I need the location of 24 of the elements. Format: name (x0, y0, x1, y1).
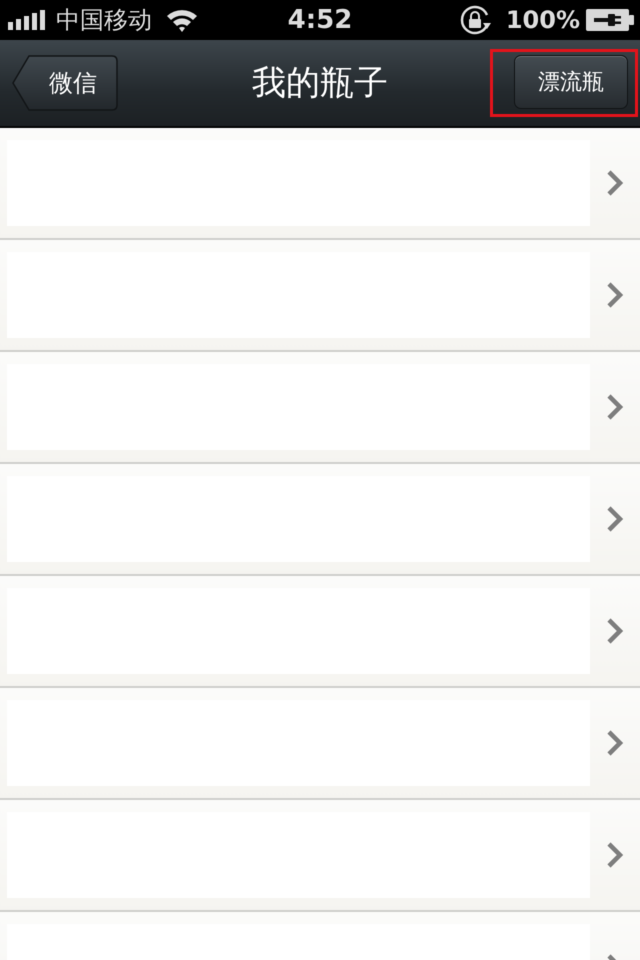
chevron-right-icon (606, 618, 624, 644)
chevron-right-icon (606, 170, 624, 196)
chevron-right-icon (606, 842, 624, 868)
drift-bottle-button[interactable]: 漂流瓶 (514, 55, 628, 109)
wifi-icon (166, 8, 198, 32)
signal-bars-icon (8, 10, 46, 30)
list-row[interactable] (0, 352, 640, 464)
list-row[interactable] (0, 464, 640, 576)
battery-charging-icon (586, 9, 634, 31)
back-button[interactable]: 微信 (12, 55, 118, 111)
chevron-right-icon (606, 282, 624, 308)
list-row[interactable] (0, 128, 640, 240)
battery-percent: 100% (506, 5, 580, 35)
list-row[interactable] (0, 240, 640, 352)
chevron-right-icon (606, 730, 624, 756)
list-row[interactable] (0, 688, 640, 800)
carrier-name: 中国移动 (56, 5, 152, 35)
rotation-lock-icon (460, 5, 492, 35)
status-time: 4:52 (288, 5, 352, 35)
list-row[interactable] (0, 576, 640, 688)
chevron-right-icon (606, 506, 624, 532)
chevron-right-icon (606, 394, 624, 420)
list-row[interactable] (0, 800, 640, 912)
nav-title: 我的瓶子 (252, 62, 388, 105)
